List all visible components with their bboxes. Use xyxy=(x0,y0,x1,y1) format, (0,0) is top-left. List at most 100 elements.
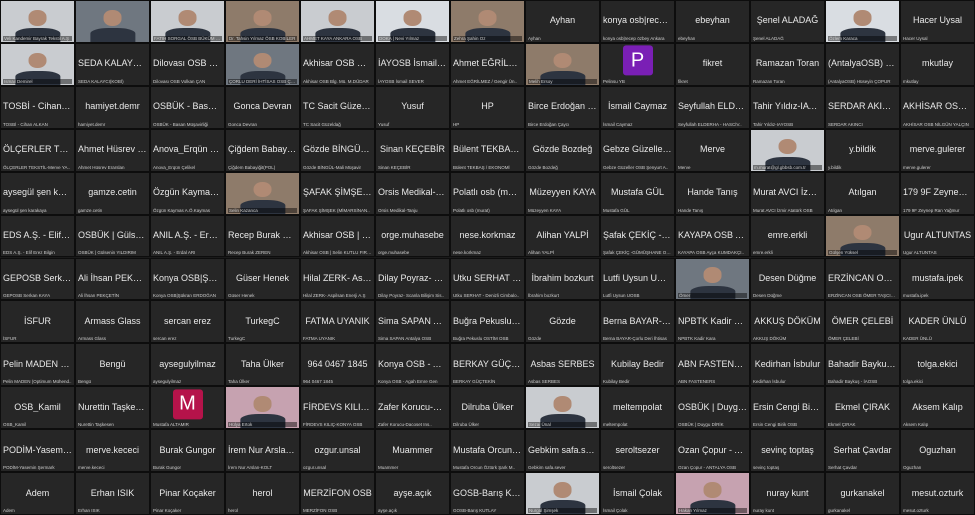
participant-tile[interactable]: Şafak ÇEKİÇ -GÜM... Şafak ÇEKİÇ -GÜMÜŞHAN… xyxy=(600,214,675,258)
participant-tile[interactable]: Melih Ersoy xyxy=(525,42,600,86)
participant-tile[interactable]: Merve Merve xyxy=(675,128,750,172)
participant-tile[interactable]: TurkegC TurkegC xyxy=(225,300,300,344)
participant-tile[interactable]: Muammer Muammer xyxy=(375,429,450,473)
participant-tile[interactable]: Utku SERHAT - Den... Utku SERHAT - Denizl… xyxy=(450,257,525,301)
participant-tile[interactable]: Özlem Karaca xyxy=(825,0,900,43)
participant-tile[interactable]: Gebkim safa.sever Gebkim safa.sever xyxy=(525,429,600,473)
participant-tile[interactable]: Oguzhan Oguzhan xyxy=(900,429,975,473)
participant-tile[interactable]: Konya OSB|Şükran... Konya OSB|Şükran ERDO… xyxy=(150,257,225,301)
participant-tile[interactable]: BERKAY GÜÇTEKİN BERKAY GÜÇTEKİN xyxy=(450,343,525,387)
participant-tile[interactable]: Recep Burak ZEREN Recep Burak ZEREN xyxy=(225,214,300,258)
participant-tile[interactable]: Konya OSB - Agah... Konya OSB - Agah Emre… xyxy=(375,343,450,387)
participant-tile[interactable]: Ismail Demirel xyxy=(0,42,75,86)
participant-tile[interactable]: (AntalyaOSB) Hüse... (AntalyaOSB) Hüseyin… xyxy=(825,42,900,86)
participant-tile[interactable]: konya osb|recep öz... konya osb|recep özb… xyxy=(600,0,675,43)
participant-tile[interactable] xyxy=(75,0,150,43)
participant-tile[interactable]: ANIL A.Ş. - Erdal ARI ANIL A.Ş. - Erdal A… xyxy=(150,214,225,258)
participant-tile[interactable]: GEPOSB Serkan K... GEPOSB Serkan KAYA xyxy=(0,257,75,301)
participant-tile[interactable]: Hülya Ertok xyxy=(225,386,300,430)
participant-tile[interactable]: FİRDEVS KILIÇ-KO... FİRDEVS KILIÇ-KONYA O… xyxy=(300,386,375,430)
participant-tile[interactable]: Dilruba Ülker Dilruba Ülker xyxy=(450,386,525,430)
participant-tile[interactable]: NPBTK Kadir Kara NPBTK Kadir Kara xyxy=(675,300,750,344)
participant-tile[interactable]: herol herol xyxy=(225,472,300,515)
participant-tile[interactable]: Dr. Tahsin Yılmaz ÖSB KOBİLER xyxy=(225,0,300,43)
participant-tile[interactable]: y.bildik y.bildik xyxy=(825,128,900,172)
participant-tile[interactable]: MERZİFON OSB MERZİFON OSB xyxy=(300,472,375,515)
participant-tile[interactable]: Nurgül Şimşek xyxy=(525,472,600,515)
participant-tile[interactable]: Sima SAPAN Antaly... Sima SAPAN Antalya O… xyxy=(375,300,450,344)
participant-tile[interactable]: Selin Kazanca xyxy=(225,171,300,215)
participant-tile[interactable]: Zehra Şahin Oz xyxy=(450,0,525,43)
participant-tile[interactable]: mesut.ozturk mesut.ozturk xyxy=(900,472,975,515)
participant-tile[interactable]: Asbas SERBES Asbas SERBES xyxy=(525,343,600,387)
participant-tile[interactable]: mkutlay mkutlay xyxy=(900,42,975,86)
participant-tile[interactable]: İbrahim bozkurt İbrahim bozkurt xyxy=(525,257,600,301)
participant-tile[interactable]: Ali İhsan PEKÇETİN Ali İhsan PEKÇETİN xyxy=(75,257,150,301)
participant-tile[interactable]: Erhan ISIK Erhan ISIK xyxy=(75,472,150,515)
participant-tile[interactable]: Pelin MADEN (Opti... Pelin MADEN (Optimum… xyxy=(0,343,75,387)
participant-tile[interactable]: OSB_Kamil OSB_Kamil xyxy=(0,386,75,430)
participant-tile[interactable]: sevinç toptaş sevinç toptaş xyxy=(750,429,825,473)
participant-tile[interactable]: Ersin Cengi Birik O... Ersin Cengi Birik … xyxy=(750,386,825,430)
participant-tile[interactable]: nese.korkmaz nese.korkmaz xyxy=(450,214,525,258)
participant-tile[interactable]: GOSB-Barış KUTLAY GOSB-Barış KUTLAY xyxy=(450,472,525,515)
participant-tile[interactable]: ÇORLU DERİ İHTİSAS OSB ÇAN xyxy=(225,42,300,86)
participant-tile[interactable]: Buğra Pekuslu OSTİ... Buğra Pekuslu OSTİM… xyxy=(450,300,525,344)
participant-tile[interactable]: Ahmet Hüsrev Erars... Ahmet Hüsrev Erarsl… xyxy=(75,128,150,172)
participant-tile[interactable]: Sezai Ünal xyxy=(525,386,600,430)
participant-tile[interactable]: merve.kececi merve.kececi xyxy=(75,429,150,473)
participant-tile[interactable]: Bengü Bengü xyxy=(75,343,150,387)
participant-tile[interactable]: Hande Tanış Hande Tanış xyxy=(675,171,750,215)
participant-tile[interactable]: KAYAPA OSB Ayça... KAYAPA OSB Ayça KUMDAK… xyxy=(675,214,750,258)
participant-tile[interactable]: Akhisar OSB Blg. M... Akhisar OSB Blg. Mü… xyxy=(300,42,375,86)
participant-tile[interactable]: Mustafa GÜL Mustafa GÜL xyxy=(600,171,675,215)
participant-tile[interactable]: Ozan Çopur - ANTA... Ozan Çopur - ANTALYA… xyxy=(675,429,750,473)
participant-tile[interactable]: Özgün Kaymas A.Ö... Özgün Kaymas A.Ö.Kaym… xyxy=(150,171,225,215)
participant-tile[interactable]: Burak Gungor Burak Gungor xyxy=(150,429,225,473)
participant-tile[interactable]: Ekmel ÇIRAK Ekmel ÇIRAK xyxy=(825,386,900,430)
participant-tile[interactable]: gurkanakel gurkanakel xyxy=(825,472,900,515)
participant-tile[interactable]: Dilay Poyraz- Scanl... Dilay Poyraz- Scan… xyxy=(375,257,450,301)
participant-tile[interactable]: aysegulyilmaz aysegulyilmaz xyxy=(150,343,225,387)
participant-tile[interactable]: OSBÜK | Duygu DİRİK OSBÜK | Duygu DİRİK xyxy=(675,386,750,430)
participant-tile[interactable]: ÖLÇERLER TEKSTİL... ÖLÇERLER TEKSTİL-Merv… xyxy=(0,128,75,172)
participant-tile[interactable]: HP HP xyxy=(450,85,525,129)
participant-tile[interactable]: Polatlı osb (murat) Polatlı osb (murat) xyxy=(450,171,525,215)
participant-tile[interactable]: Yusuf Yusuf xyxy=(375,85,450,129)
participant-tile[interactable]: Gülşen Yüksel xyxy=(825,214,900,258)
participant-tile[interactable]: Birce Erdoğan Çay... Birce Erdoğan Çaycı xyxy=(525,85,600,129)
participant-tile[interactable]: Bülent TEKBAŞ / EK... Bülent TEKBAŞ / EKO… xyxy=(450,128,525,172)
participant-tile[interactable]: AHMET KAYA ANKARA OSB xyxy=(300,0,375,43)
participant-tile[interactable]: Sinan KEÇEBİR Sinan KEÇEBİR xyxy=(375,128,450,172)
participant-tile[interactable]: Gözde BİNGÜL-Mal... Gözde BİNGÜL-Mali Müş… xyxy=(300,128,375,172)
participant-tile[interactable]: mustafa.ipek mustafa.ipek xyxy=(900,257,975,301)
participant-tile[interactable]: m.murat@gl.gbbsb.com.tr xyxy=(750,128,825,172)
participant-tile[interactable]: İsmail Çolak İsmail Çolak xyxy=(600,472,675,515)
participant-tile[interactable]: TOSBİ - Cihan ALK... TOSBİ - Cihan ALKAN xyxy=(0,85,75,129)
participant-tile[interactable]: seroltsezer seroltsezer xyxy=(600,429,675,473)
participant-tile[interactable]: PODİM-Yasemin Şe... PODİM-Yasemin Şermark xyxy=(0,429,75,473)
participant-tile[interactable]: SEDA KALAYCI(KO... SEDA KALAYCI(KOBİ) xyxy=(75,42,150,86)
participant-tile[interactable]: Taha Ülker Taha Ülker xyxy=(225,343,300,387)
participant-tile[interactable]: Kubilay Bedir Kubilay Bedir xyxy=(600,343,675,387)
participant-tile[interactable]: sercan erez sercan erez xyxy=(150,300,225,344)
participant-tile[interactable]: İSFUR İSFUR xyxy=(0,300,75,344)
participant-tile[interactable]: aysegül şen karaka... aysegül şen karakay… xyxy=(0,171,75,215)
participant-tile[interactable]: Çiğdem Babayiğit(P... Çiğdem Babayiğit(PO… xyxy=(225,128,300,172)
participant-tile[interactable]: ebeyhan ebeyhan xyxy=(675,0,750,43)
participant-tile[interactable]: Akhisar OSB | Selin... Akhisar OSB | Seli… xyxy=(300,214,375,258)
participant-tile[interactable]: ŞAFAK ŞİMŞEK (Mİ... ŞAFAK ŞİMŞEK (MİMARSİ… xyxy=(300,171,375,215)
participant-tile[interactable]: Bahadir Baykuş - İ... Bahadir Baykuş - İA… xyxy=(825,343,900,387)
participant-tile[interactable]: Berna BAYAR-Çorlu... Berna BAYAR-Çorlu De… xyxy=(600,300,675,344)
participant-tile[interactable]: Ramazan Toran Ramazan Toran xyxy=(750,42,825,86)
participant-tile[interactable]: ABN FASTENERS ABN FASTENERS xyxy=(675,343,750,387)
participant-tile[interactable]: Anova_Erqün Çelikel Anova_Erqün Çelikel xyxy=(150,128,225,172)
participant-tile[interactable]: Atılgan Atılgan xyxy=(825,171,900,215)
participant-tile[interactable]: Serhat Çavdar Serhat Çavdar xyxy=(825,429,900,473)
participant-tile[interactable]: İAYOSB İsmail SEVER İAYOSB İsmail SEVER xyxy=(375,42,450,86)
participant-tile[interactable]: 179 9F Zeynep Ran... 179 9F Zeynep Ran Ya… xyxy=(900,171,975,215)
participant-tile[interactable]: Adem Adem xyxy=(0,472,75,515)
participant-tile[interactable]: Gözde Gözde xyxy=(525,300,600,344)
participant-tile[interactable]: Ömer xyxy=(675,257,750,301)
participant-tile[interactable]: Seyfullah ELDERHA... Seyfullah ELDERHA - … xyxy=(675,85,750,129)
